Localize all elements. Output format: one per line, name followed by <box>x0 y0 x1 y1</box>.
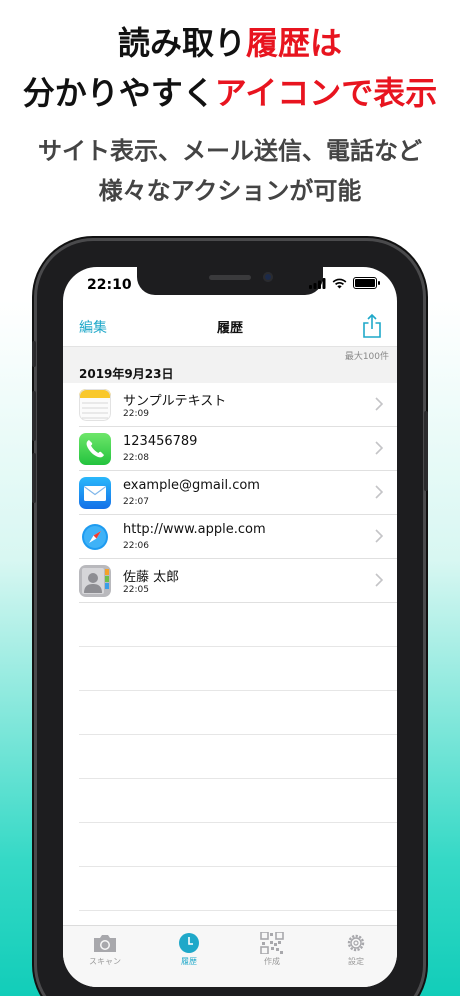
phone-screen: 22:10 編集 履歴 最大100件 2019年9月23日 サンプルテキスト 2… <box>63 267 397 987</box>
wifi-icon <box>332 278 347 288</box>
history-row-mail[interactable]: example@gmail.com 22:07 <box>63 471 397 515</box>
tab-label: 設定 <box>348 957 364 966</box>
tab-settings[interactable]: 設定 <box>326 932 386 967</box>
history-time: 22:06 <box>123 541 149 551</box>
history-title: サンプルテキスト <box>123 394 227 409</box>
history-row-contact[interactable]: 佐藤 太郎 22:05 <box>63 559 397 603</box>
empty-row <box>63 647 397 691</box>
history-limit-label: 最大100件 <box>344 352 389 362</box>
empty-row <box>63 691 397 735</box>
history-row-url[interactable]: http://www.apple.com 22:06 <box>63 515 397 559</box>
history-title: http://www.apple.com <box>123 522 266 537</box>
mail-icon <box>79 477 111 509</box>
nav-bar: 編集 履歴 <box>63 307 397 347</box>
speaker <box>209 275 251 280</box>
history-row-notes[interactable]: サンプルテキスト 22:09 <box>63 383 397 427</box>
promo-headline-2: 分かりやすくアイコンで表示 <box>0 72 460 114</box>
nav-title: 履歴 <box>216 321 243 336</box>
status-icons <box>309 277 380 289</box>
tab-label: 履歴 <box>181 957 197 966</box>
section-header: 2019年9月23日 <box>63 363 397 383</box>
share-icon[interactable] <box>361 313 383 339</box>
phone-power-button <box>424 411 428 491</box>
chevron-right-icon <box>375 397 383 411</box>
promo-subtitle-2: 様々なアクションが可能 <box>98 177 362 205</box>
empty-row <box>63 867 397 911</box>
history-limit-bar: 最大100件 <box>63 347 397 363</box>
status-time: 22:10 <box>87 277 132 293</box>
edit-button[interactable]: 編集 <box>79 317 107 337</box>
battery-icon <box>353 277 380 289</box>
phone-icon <box>79 433 111 465</box>
phone-volume-up <box>32 391 36 441</box>
phone-volume-down <box>32 453 36 503</box>
contacts-icon <box>79 565 111 597</box>
promo-line-1-highlight: 履歴は <box>246 24 343 62</box>
history-title: example@gmail.com <box>123 478 260 493</box>
front-camera <box>263 272 273 282</box>
notch <box>137 267 323 295</box>
history-time: 22:07 <box>123 497 149 507</box>
history-title: 佐藤 太郎 <box>123 570 180 585</box>
history-time: 22:09 <box>123 409 149 419</box>
phone-frame: 22:10 編集 履歴 最大100件 2019年9月23日 サンプルテキスト 2… <box>32 241 428 996</box>
promo-subtitle-1: サイト表示、メール送信、電話など <box>38 137 422 165</box>
tab-history[interactable]: 履歴 <box>159 932 219 967</box>
chevron-right-icon <box>375 573 383 587</box>
history-list: サンプルテキスト 22:09 123456789 22:08 example@g… <box>63 383 397 911</box>
tab-label: スキャン <box>89 957 121 966</box>
history-time: 22:08 <box>123 453 149 463</box>
phone-mute-switch <box>32 341 36 367</box>
promo-line-1: 読み取り <box>117 24 246 62</box>
tab-label: 作成 <box>264 957 280 966</box>
promo-headline-1: 読み取り履歴は <box>0 22 460 64</box>
notes-icon <box>79 389 111 421</box>
empty-row <box>63 603 397 647</box>
section-date: 2019年9月23日 <box>79 367 174 381</box>
camera-icon <box>94 935 116 952</box>
promo-line-2-highlight: アイコンで表示 <box>214 74 438 112</box>
chevron-right-icon <box>375 441 383 455</box>
history-time: 22:05 <box>123 585 149 595</box>
chevron-right-icon <box>375 529 383 543</box>
safari-icon <box>79 521 111 553</box>
empty-row <box>63 735 397 779</box>
history-row-phone[interactable]: 123456789 22:08 <box>63 427 397 471</box>
qr-code-icon <box>260 932 284 954</box>
empty-row <box>63 823 397 867</box>
chevron-right-icon <box>375 485 383 499</box>
history-title: 123456789 <box>123 434 198 449</box>
tab-scan[interactable]: スキャン <box>75 932 135 967</box>
clock-icon <box>179 933 199 953</box>
promo-line-2: 分かりやすく <box>22 74 215 112</box>
tab-create[interactable]: 作成 <box>242 932 302 967</box>
gear-icon <box>347 934 365 952</box>
signal-icon <box>309 277 326 289</box>
empty-row <box>63 779 397 823</box>
tab-bar: スキャン 履歴 作成 設定 <box>63 925 397 987</box>
